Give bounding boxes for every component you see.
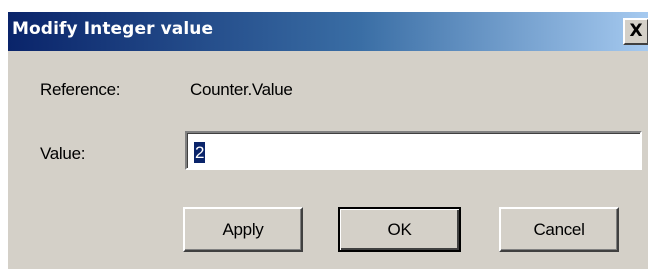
close-icon: X [629, 21, 643, 41]
close-button[interactable]: X [623, 18, 648, 45]
window-title: Modify Integer value [12, 19, 214, 39]
value-label: Value: [40, 144, 86, 163]
reference-value: Counter.Value [190, 80, 293, 99]
apply-button[interactable]: Apply [183, 207, 303, 252]
value-input[interactable]: 2 [185, 131, 642, 170]
reference-label: Reference: [40, 80, 121, 99]
cancel-button[interactable]: Cancel [499, 207, 619, 252]
title-bar[interactable]: Modify Integer value X [8, 12, 648, 51]
modify-integer-dialog: Modify Integer value X Reference: Counte… [7, 11, 648, 269]
value-input-text: 2 [194, 142, 206, 163]
ok-button[interactable]: OK [338, 207, 461, 252]
